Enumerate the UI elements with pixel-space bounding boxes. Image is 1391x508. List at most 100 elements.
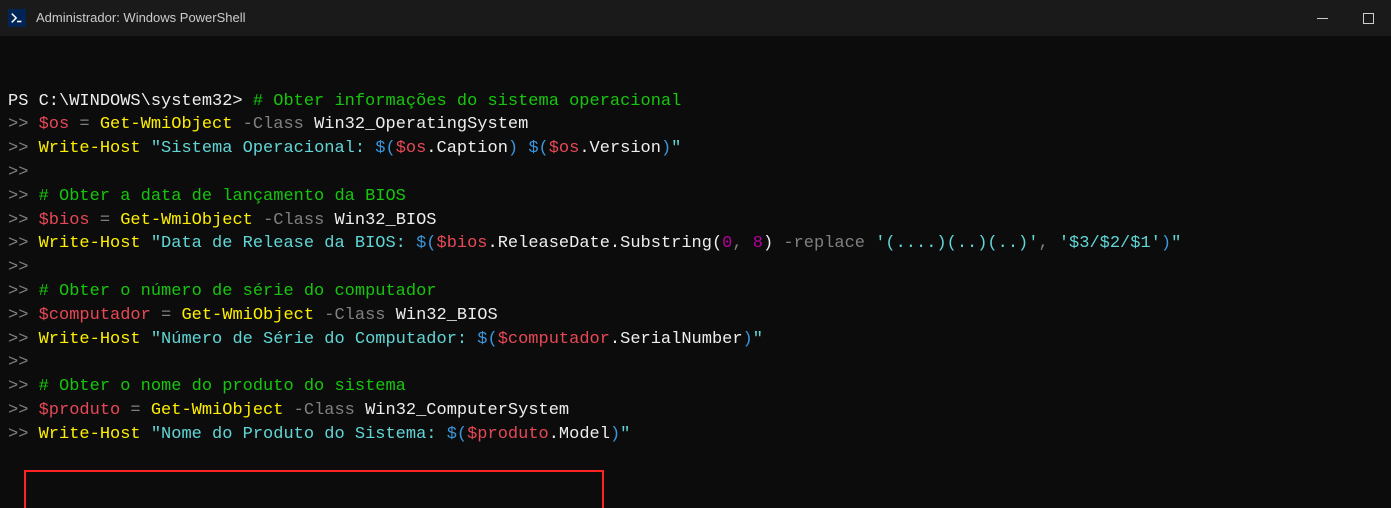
terminal-token: "Sistema Operacional: <box>151 139 375 158</box>
terminal-token: = <box>69 115 100 134</box>
terminal-token: $bios <box>437 234 488 253</box>
terminal-token: 0 <box>722 234 732 253</box>
terminal-line: >> Write-Host "Data de Release da BIOS: … <box>8 232 1383 256</box>
terminal-line: >> <box>8 256 1383 280</box>
terminal-token: >> <box>8 377 39 396</box>
terminal-line: >> Write-Host "Nome do Produto do Sistem… <box>8 423 1383 447</box>
terminal-token: ) <box>763 234 783 253</box>
terminal-token: Write-Host <box>39 234 141 253</box>
terminal-token: " <box>671 139 681 158</box>
terminal-token: " <box>1171 234 1181 253</box>
terminal-line: >> # Obter a data de lançamento da BIOS <box>8 185 1383 209</box>
terminal-line: >> Write-Host "Número de Série do Comput… <box>8 328 1383 352</box>
terminal-token: Win32_BIOS <box>396 306 498 325</box>
terminal-token: >> <box>8 425 39 444</box>
terminal-token: .SerialNumber <box>610 330 743 349</box>
terminal-line: >> # Obter o número de série do computad… <box>8 280 1383 304</box>
terminal-token: "Data de Release da BIOS: <box>151 234 416 253</box>
minimize-button[interactable] <box>1299 0 1345 36</box>
terminal-token: -Class <box>263 211 334 230</box>
terminal-token: -Class <box>324 306 395 325</box>
terminal-token: = <box>151 306 182 325</box>
terminal-output[interactable]: PS C:\WINDOWS\system32> # Obter informaç… <box>0 36 1391 508</box>
terminal-token: # Obter a data de lançamento da BIOS <box>39 187 406 206</box>
terminal-token: ) <box>508 139 518 158</box>
terminal-token: Win32_BIOS <box>334 211 436 230</box>
terminal-token <box>232 115 242 134</box>
terminal-token: $os <box>549 139 580 158</box>
terminal-token: >> <box>8 163 28 182</box>
terminal-token: $( <box>416 234 436 253</box>
terminal-token <box>283 401 293 420</box>
terminal-token: " <box>620 425 630 444</box>
terminal-token: '$3/$2/$1' <box>1059 234 1161 253</box>
terminal-token: Write-Host <box>39 425 141 444</box>
terminal-line: >> Write-Host "Sistema Operacional: $($o… <box>8 137 1383 161</box>
terminal-token: Get-WmiObject <box>100 115 233 134</box>
terminal-token: >> <box>8 306 39 325</box>
terminal-token: Get-WmiObject <box>120 211 253 230</box>
powershell-icon <box>8 9 26 27</box>
terminal-token: , <box>732 234 752 253</box>
terminal-token: "Nome do Produto do Sistema: <box>151 425 447 444</box>
terminal-token: >> <box>8 258 28 277</box>
terminal-token: "Número de Série do Computador: <box>151 330 477 349</box>
terminal-token: ) <box>610 425 620 444</box>
terminal-token <box>253 211 263 230</box>
terminal-token: $bios <box>39 211 90 230</box>
terminal-token: , <box>1038 234 1058 253</box>
terminal-token: # Obter o número de série do computador <box>39 282 437 301</box>
terminal-token <box>314 306 324 325</box>
terminal-line: PS C:\WINDOWS\system32> # Obter informaç… <box>8 90 1383 114</box>
terminal-token: $( <box>528 139 548 158</box>
terminal-token: >> <box>8 353 28 372</box>
terminal-token: Win32_OperatingSystem <box>314 115 528 134</box>
terminal-token: $os <box>396 139 427 158</box>
terminal-token: # Obter o nome do produto do sistema <box>39 377 406 396</box>
maximize-button[interactable] <box>1345 0 1391 36</box>
highlighted-output-box: Sistema Operacional: Microsoft Windows 1… <box>24 470 603 508</box>
terminal-token <box>518 139 528 158</box>
terminal-token: $( <box>447 425 467 444</box>
terminal-token <box>141 330 151 349</box>
terminal-token: -Class <box>294 401 365 420</box>
terminal-token: = <box>120 401 151 420</box>
terminal-script-lines: PS C:\WINDOWS\system32> # Obter informaç… <box>8 90 1383 447</box>
terminal-token: >> <box>8 401 39 420</box>
terminal-token: Get-WmiObject <box>151 401 284 420</box>
terminal-line: >> $computador = Get-WmiObject -Class Wi… <box>8 304 1383 328</box>
terminal-token: $computador <box>39 306 151 325</box>
terminal-token: 8 <box>753 234 763 253</box>
terminal-token: >> <box>8 282 39 301</box>
terminal-token: .Version <box>579 139 661 158</box>
terminal-line: >> <box>8 161 1383 185</box>
terminal-token: -replace <box>783 234 875 253</box>
terminal-token: # Obter informações do sistema operacion… <box>253 92 681 111</box>
terminal-token: ) <box>661 139 671 158</box>
terminal-line: >> $bios = Get-WmiObject -Class Win32_BI… <box>8 209 1383 233</box>
terminal-token: '(....)(..)(..)' <box>875 234 1038 253</box>
terminal-line: >> $produto = Get-WmiObject -Class Win32… <box>8 399 1383 423</box>
terminal-token: >> <box>8 115 39 134</box>
terminal-line: >> $os = Get-WmiObject -Class Win32_Oper… <box>8 113 1383 137</box>
terminal-token: " <box>753 330 763 349</box>
terminal-token: PS C:\WINDOWS\system32> <box>8 92 253 111</box>
terminal-token: >> <box>8 211 39 230</box>
terminal-token: ) <box>743 330 753 349</box>
terminal-token <box>141 425 151 444</box>
terminal-token: Write-Host <box>39 330 141 349</box>
terminal-token: -Class <box>243 115 314 134</box>
terminal-token: $produto <box>39 401 121 420</box>
terminal-token: .ReleaseDate.Substring( <box>488 234 723 253</box>
terminal-token: >> <box>8 139 39 158</box>
terminal-token: $( <box>375 139 395 158</box>
terminal-token: = <box>90 211 121 230</box>
window-titlebar: Administrador: Windows PowerShell <box>0 0 1391 36</box>
window-controls <box>1299 0 1391 36</box>
terminal-token: $computador <box>498 330 610 349</box>
terminal-token <box>141 234 151 253</box>
terminal-token: .Model <box>549 425 610 444</box>
terminal-token: $os <box>39 115 70 134</box>
window-title: Administrador: Windows PowerShell <box>36 9 1299 27</box>
terminal-token: ) <box>1161 234 1171 253</box>
